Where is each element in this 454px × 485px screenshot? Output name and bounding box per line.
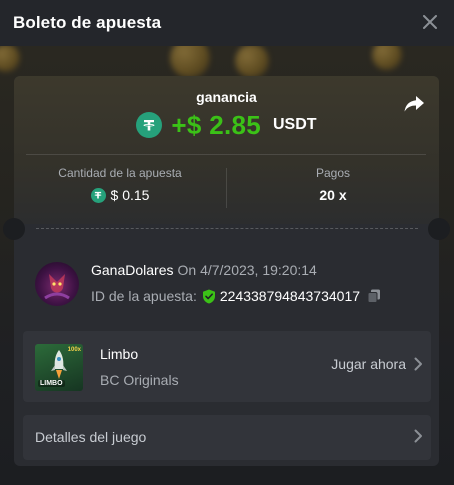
modal-title: Boleto de apuesta [13, 13, 162, 32]
chevron-right-icon [414, 429, 423, 443]
payout-label: Pagos [315, 166, 351, 180]
tether-icon [136, 112, 163, 138]
share-icon[interactable] [403, 94, 425, 114]
username[interactable]: GanaDolares [91, 262, 174, 278]
profit-row: +$ 2.85 USDT [14, 110, 439, 140]
bet-id-line: ID de la apuesta: 224338794843734017 [91, 288, 382, 304]
game-thumbnail-label: LIMBO [38, 380, 65, 387]
bet-amount-block: Cantidad de la apuesta $ 0.15 [14, 166, 226, 203]
profit-label: ganancia [196, 89, 257, 105]
play-now-button[interactable]: Jugar ahora [331, 356, 423, 372]
bet-amount-value-row: $ 0.15 [14, 187, 226, 203]
bet-id-value: 224338794843734017 [219, 288, 361, 304]
bet-id-label: ID de la apuesta: [91, 288, 197, 304]
game-provider: BC Originals [100, 372, 179, 388]
bet-user-line: GanaDolares On 4/7/2023, 19:20:14 [91, 262, 317, 278]
chevron-right-icon [414, 357, 422, 371]
divider [26, 154, 426, 155]
play-now-label: Jugar ahora [331, 356, 406, 372]
ticket-dashed-divider [36, 228, 418, 229]
game-details-label: Detalles del juego [35, 429, 147, 445]
game-row[interactable]: 100x LIMBO Limbo BC Originals Jugar ahor… [23, 331, 431, 402]
modal-header: Boleto de apuesta [0, 0, 454, 46]
shield-check-icon [202, 289, 216, 304]
profit-currency: USDT [273, 116, 317, 133]
bet-ticket-card: ganancia +$ 2.85 USDT Cantidad de la apu… [3, 76, 450, 466]
ticket-notch-right [428, 218, 450, 240]
payout-value: 20 x [319, 187, 347, 203]
bet-date: On 4/7/2023, 19:20:14 [177, 262, 317, 278]
avatar[interactable] [35, 262, 79, 306]
ticket-notch-left [3, 218, 25, 240]
profit-value: +$ 2.85 [171, 109, 261, 140]
game-thumbnail: 100x LIMBO [35, 344, 83, 391]
bet-amount-value: $ 0.15 [110, 187, 150, 203]
copy-icon[interactable] [366, 288, 382, 304]
payout-block: Pagos 20 x [227, 166, 439, 203]
game-details-row[interactable]: Detalles del juego [23, 415, 431, 460]
game-title: Limbo [100, 346, 139, 362]
bet-amount-label: Cantidad de la apuesta [58, 166, 182, 180]
close-icon[interactable] [420, 12, 440, 32]
tether-icon [90, 187, 106, 203]
game-thumbnail-badge: 100x [67, 347, 81, 353]
